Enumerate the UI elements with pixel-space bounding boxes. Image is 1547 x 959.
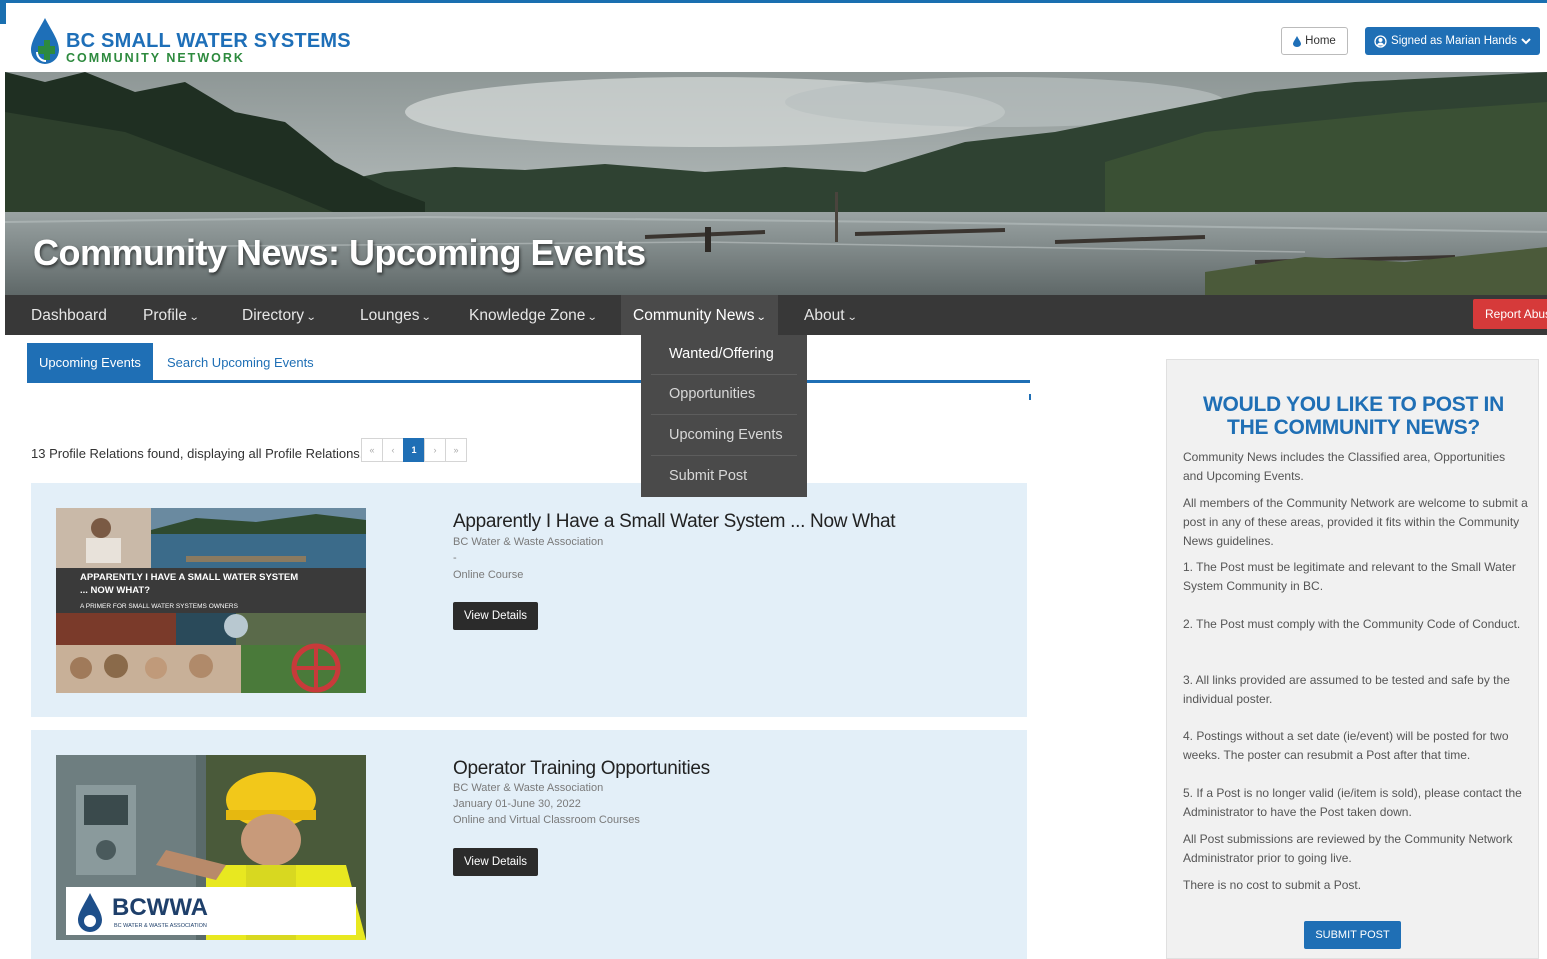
water-drop-icon (1293, 35, 1302, 47)
pager-next-button[interactable]: › (424, 438, 446, 462)
chevron-down-icon: ⌄ (846, 312, 858, 323)
event-organization: BC Water & Waste Association (453, 782, 604, 794)
signed-as-label: Signed as Marian Hands (1391, 35, 1517, 47)
nav-profile[interactable]: Profile ⌄ (143, 295, 200, 335)
home-button[interactable]: Home (1281, 27, 1348, 55)
sidebar-title: WOULD YOU LIKE TO POST IN THE COMMUNITY … (1167, 393, 1540, 439)
community-news-dropdown: Wanted/Offering Opportunities Upcoming E… (641, 335, 807, 497)
nav-directory[interactable]: Directory ⌄ (242, 295, 317, 335)
view-details-button[interactable]: View Details (453, 602, 538, 630)
user-circle-icon (1374, 34, 1387, 48)
event-thumbnail[interactable]: APPARENTLY I HAVE A SMALL WATER SYSTEM .… (56, 508, 366, 693)
sidebar-guideline-3: 3. All links provided are assumed to be … (1183, 673, 1510, 706)
tab-bar-end-marker (1029, 394, 1031, 400)
page-title: Community News: Upcoming Events (33, 232, 646, 273)
nav-directory-label: Directory (242, 307, 305, 324)
chevron-down-icon: ⌄ (756, 312, 768, 323)
event-date: January 01-June 30, 2022 (453, 798, 581, 810)
pagination: « ‹ 1 › » (361, 438, 467, 462)
nav-community-news[interactable]: Community News ⌄ (621, 295, 778, 335)
sidebar-title-line2: THE COMMUNITY NEWS? (1227, 416, 1480, 439)
chevron-down-icon: ⌄ (188, 312, 200, 323)
dropdown-item-upcoming-events[interactable]: Upcoming Events (651, 416, 797, 456)
operator-training-image: BCWWA BC WATER & WASTE ASSOCIATION (56, 755, 366, 940)
sidebar-title-line1: WOULD YOU LIKE TO POST IN (1203, 393, 1504, 416)
pager-page-button[interactable]: 1 (403, 438, 425, 462)
nav-knowledge-zone-label: Knowledge Zone (469, 307, 586, 324)
event-title[interactable]: Operator Training Opportunities (453, 758, 710, 780)
nav-about-label: About (804, 307, 845, 324)
view-details-button[interactable]: View Details (453, 848, 538, 876)
dropdown-item-opportunities[interactable]: Opportunities (651, 375, 797, 415)
tab-search-upcoming-events[interactable]: Search Upcoming Events (167, 343, 314, 380)
event-card: BCWWA BC WATER & WASTE ASSOCIATION Opera… (31, 730, 1027, 959)
chevron-down-icon: ⌄ (305, 312, 317, 323)
main-nav: Dashboard Profile ⌄ Directory ⌄ Lounges ⌄ K… (5, 295, 1547, 335)
top-accent-notch (0, 0, 6, 24)
event-date: - (453, 552, 457, 564)
home-label: Home (1305, 35, 1336, 47)
sidebar-paragraph: There is no cost to submit a Post. (1183, 878, 1362, 892)
nav-about[interactable]: About ⌄ (804, 295, 857, 335)
nav-dashboard[interactable]: Dashboard (31, 295, 107, 335)
nav-lounges-label: Lounges (360, 307, 420, 324)
site-logo[interactable]: BC SMALL WATER SYSTEMS COMMUNITY NETWORK (28, 14, 351, 70)
sidebar-paragraph: All Post submissions are reviewed by the… (1183, 832, 1513, 865)
sidebar-paragraph: All members of the Community Network are… (1183, 496, 1528, 548)
sidebar-paragraph: Community News includes the Classified a… (1183, 450, 1506, 483)
event-title[interactable]: Apparently I Have a Small Water System .… (453, 511, 896, 533)
dropdown-item-submit-post[interactable]: Submit Post (651, 457, 797, 497)
event-organization: BC Water & Waste Association (453, 536, 604, 548)
report-abuse-button[interactable]: Report Abuse (1473, 299, 1547, 329)
dropdown-item-wanted-offering[interactable]: Wanted/Offering (651, 335, 797, 375)
logo-drop-icon (31, 18, 59, 64)
chevron-down-icon (1521, 37, 1531, 44)
nav-community-news-label: Community News (633, 307, 755, 324)
thumb-caption-line2: ... NOW WHAT? (80, 585, 150, 596)
pager-prev-button[interactable]: ‹ (382, 438, 404, 462)
submit-post-button[interactable]: SUBMIT POST (1304, 921, 1401, 949)
nav-lounges[interactable]: Lounges ⌄ (360, 295, 432, 335)
event-type: Online Course (453, 569, 524, 581)
thumb-logo-subtext: BC WATER & WASTE ASSOCIATION (114, 923, 207, 929)
primer-collage-image: APPARENTLY I HAVE A SMALL WATER SYSTEM .… (56, 508, 366, 693)
logo-subtitle: COMMUNITY NETWORK (66, 51, 245, 65)
nav-profile-label: Profile (143, 307, 187, 324)
logo-title: BC SMALL WATER SYSTEMS (66, 30, 351, 52)
tab-upcoming-events[interactable]: Upcoming Events (27, 343, 153, 380)
pager-first-button[interactable]: « (361, 438, 383, 462)
thumb-caption-line1: APPARENTLY I HAVE A SMALL WATER SYSTEM (80, 572, 298, 583)
nav-knowledge-zone[interactable]: Knowledge Zone ⌄ (469, 295, 598, 335)
sidebar-guideline-4: 4. Postings without a set date (ie/event… (1183, 729, 1509, 762)
sidebar-guideline-1: 1. The Post must be legitimate and relev… (1183, 560, 1516, 593)
results-count: 13 Profile Relations found, displaying a… (31, 446, 364, 461)
pager-last-button[interactable]: » (445, 438, 467, 462)
event-card: APPARENTLY I HAVE A SMALL WATER SYSTEM .… (31, 483, 1027, 717)
event-thumbnail[interactable]: BCWWA BC WATER & WASTE ASSOCIATION (56, 755, 366, 940)
thumb-logo-text: BCWWA (112, 894, 208, 921)
sidebar-guideline-2: 2. The Post must comply with the Communi… (1183, 617, 1521, 631)
event-type: Online and Virtual Classroom Courses (453, 814, 640, 826)
chevron-down-icon: ⌄ (587, 312, 598, 323)
hero-banner: Community News: Upcoming Events (5, 72, 1547, 295)
top-accent-bar (0, 0, 1547, 3)
chevron-down-icon: ⌄ (421, 312, 433, 323)
sidebar-guideline-5: 5. If a Post is no longer valid (ie/item… (1183, 786, 1522, 819)
user-menu-button[interactable]: Signed as Marian Hands (1365, 27, 1540, 55)
nav-dashboard-label: Dashboard (31, 307, 107, 324)
tab-bar: Upcoming Events Search Upcoming Events (27, 343, 1030, 383)
post-info-sidebar: WOULD YOU LIKE TO POST IN THE COMMUNITY … (1166, 359, 1539, 959)
thumb-caption-line3: A PRIMER FOR SMALL WATER SYSTEMS OWNERS (80, 603, 239, 610)
